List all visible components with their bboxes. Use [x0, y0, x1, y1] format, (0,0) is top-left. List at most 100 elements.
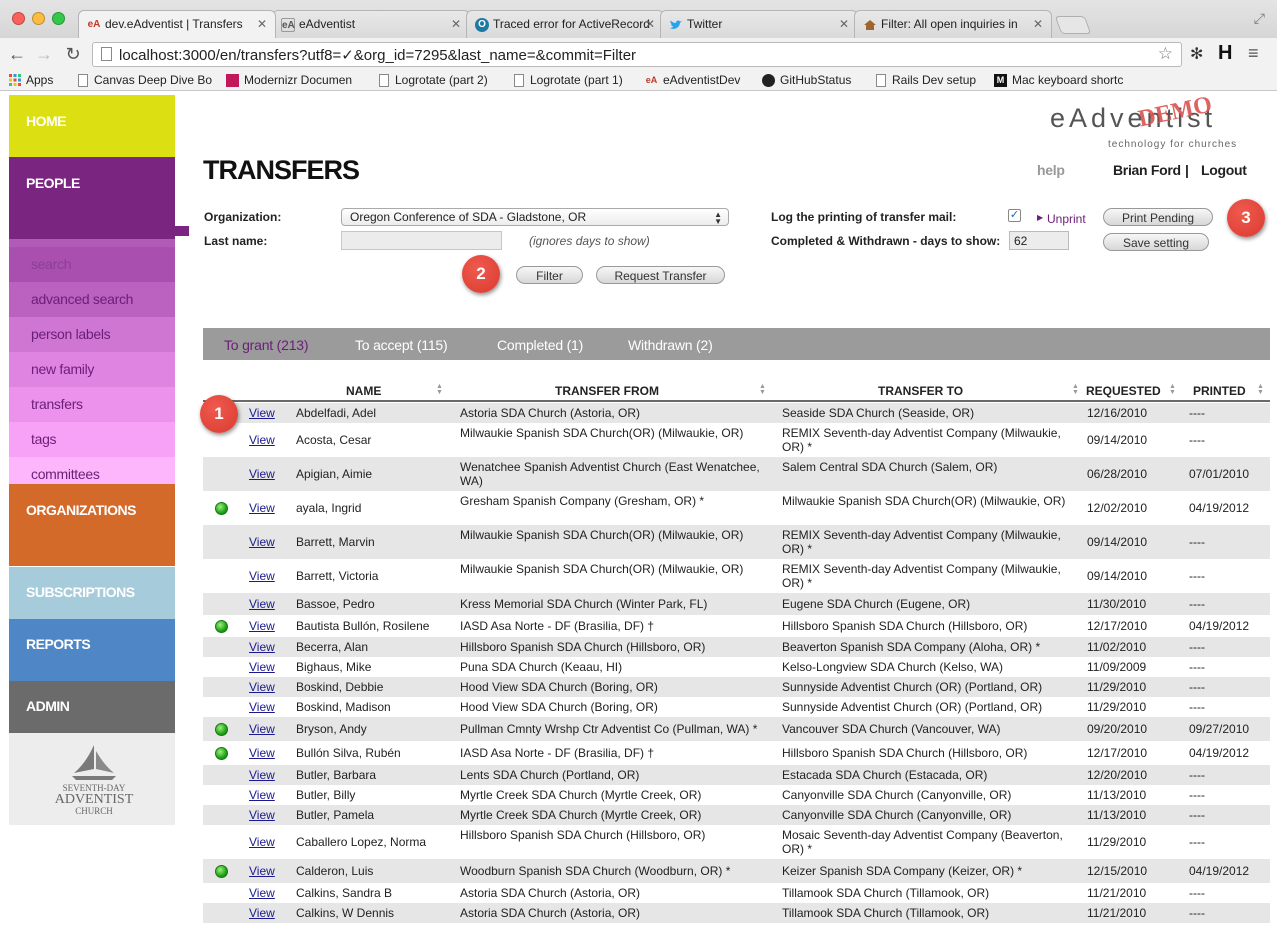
tab-close-icon[interactable]: ✕ — [257, 17, 267, 31]
new-tab-button[interactable] — [1054, 16, 1092, 34]
nav-sub-person-labels[interactable]: person labels — [9, 317, 175, 352]
view-link[interactable]: View — [249, 660, 275, 674]
browser-tab-filter[interactable]: Filter: All open inquiries in ✕ — [854, 10, 1052, 38]
nav-sub-tags[interactable]: tags — [9, 422, 175, 457]
header-transfer-from[interactable]: TRANSFER FROM — [555, 384, 659, 398]
nav-sub-search[interactable]: search — [9, 247, 175, 282]
back-arrow-icon[interactable]: ← — [6, 43, 28, 65]
nav-sub-transfers[interactable]: transfers — [9, 387, 175, 422]
log-printing-checkbox[interactable]: ✓ — [1008, 209, 1021, 222]
header-printed[interactable]: PRINTED — [1193, 384, 1246, 398]
bookmark-apps[interactable]: Apps — [8, 73, 53, 87]
nav-label: ORGANIZATIONS — [26, 502, 136, 518]
view-link[interactable]: View — [249, 808, 275, 822]
browser-tab-transfers[interactable]: eA dev.eAdventist | Transfers ✕ — [78, 10, 276, 38]
header-name[interactable]: NAME — [346, 384, 381, 398]
view-link[interactable]: View — [249, 597, 275, 611]
bookmark-logrotate-1[interactable]: Logrotate (part 1) — [512, 73, 623, 87]
browser-tab-twitter[interactable]: Twitter ✕ — [660, 10, 858, 38]
view-link[interactable]: View — [249, 906, 275, 920]
view-link[interactable]: View — [249, 700, 275, 714]
nav-sub-advanced-search[interactable]: advanced search — [9, 282, 175, 317]
hamburger-menu-icon[interactable]: ≡ — [1248, 43, 1259, 64]
tab-close-icon[interactable]: ✕ — [451, 17, 461, 31]
sort-arrows-icon[interactable]: ▲ ▼ — [1169, 383, 1176, 396]
view-link[interactable]: View — [249, 535, 275, 549]
print-pending-button[interactable]: Print Pending — [1103, 208, 1213, 226]
bookmark-eadventistdev[interactable]: eA eAdventistDev — [645, 73, 741, 87]
cell-transfer-from: Kress Memorial SDA Church (Winter Park, … — [460, 597, 708, 611]
save-setting-button[interactable]: Save setting — [1103, 233, 1209, 251]
view-link[interactable]: View — [249, 640, 275, 654]
nav-admin[interactable]: ADMIN — [9, 681, 175, 733]
nav-people[interactable]: PEOPLE — [9, 157, 175, 239]
user-name-link[interactable]: Brian Ford — [1113, 162, 1181, 178]
nav-subscriptions[interactable]: SUBSCRIPTIONS — [9, 567, 175, 619]
browser-tab-traced-error[interactable]: O Traced error for ActiveRecord ✕ — [466, 10, 664, 38]
forward-arrow-icon[interactable]: → — [33, 43, 55, 65]
bookmark-modernizr[interactable]: Modernizr Documen — [226, 73, 352, 87]
page-icon — [78, 74, 88, 87]
table-header: NAME ▲ ▼ TRANSFER FROM ▲ ▼ TRANSFER TO ▲ ▼ … — [203, 382, 1270, 402]
cell-printed: ---- — [1189, 660, 1205, 674]
last-name-input[interactable] — [341, 231, 502, 250]
fullscreen-icon[interactable]: ⤢ — [1254, 10, 1265, 27]
tab-close-icon[interactable]: ✕ — [839, 17, 849, 31]
view-link[interactable]: View — [249, 746, 275, 760]
nav-sub-new-family[interactable]: new family — [9, 352, 175, 387]
filter-button[interactable]: Filter — [516, 266, 583, 284]
view-link[interactable]: View — [249, 680, 275, 694]
table-row: View Butler, Billy Myrtle Creek SDA Church… — [203, 785, 1270, 805]
bookmark-logrotate-2[interactable]: Logrotate (part 2) — [377, 73, 488, 87]
days-to-show-input[interactable]: 62 — [1009, 231, 1069, 250]
bookmark-star-icon[interactable]: ☆ — [1158, 44, 1173, 64]
h-extension-icon[interactable]: H — [1218, 42, 1232, 65]
logout-link[interactable]: Logout — [1201, 162, 1247, 178]
view-link[interactable]: View — [249, 886, 275, 900]
view-link[interactable]: View — [249, 467, 275, 481]
sort-arrows-icon[interactable]: ▲ ▼ — [436, 383, 443, 396]
tab-close-icon[interactable]: ✕ — [645, 17, 655, 31]
tab-to-accept[interactable]: To accept (115) — [355, 337, 448, 353]
bookmark-canvas[interactable]: Canvas Deep Dive Bo — [76, 73, 212, 87]
view-link[interactable]: View — [249, 768, 275, 782]
organization-select[interactable]: Oregon Conference of SDA - Gladstone, OR… — [341, 208, 729, 226]
window-close-button[interactable] — [12, 12, 25, 25]
bookmark-githubstatus[interactable]: GitHubStatus — [762, 73, 851, 87]
view-link[interactable]: View — [249, 433, 275, 447]
help-link[interactable]: help — [1037, 162, 1065, 178]
nav-organizations[interactable]: ORGANIZATIONS — [9, 484, 175, 566]
nav-home[interactable]: HOME — [9, 95, 175, 157]
view-link[interactable]: View — [249, 788, 275, 802]
view-link[interactable]: View — [249, 619, 275, 633]
reload-icon[interactable]: ↻ — [62, 43, 84, 65]
cell-transfer-to: Mosaic Seventh-day Adventist Company (Be… — [782, 828, 1063, 856]
nav-reports[interactable]: REPORTS — [9, 619, 175, 681]
view-link[interactable]: View — [249, 864, 275, 878]
sort-arrows-icon[interactable]: ▲ ▼ — [1072, 383, 1079, 396]
browser-tab-eadventist[interactable]: eA eAdventist ✕ — [272, 10, 470, 38]
header-requested[interactable]: REQUESTED — [1086, 384, 1161, 398]
bookmark-mac-keyboard[interactable]: M Mac keyboard shortc — [994, 73, 1123, 87]
window-maximize-button[interactable] — [52, 12, 65, 25]
sort-arrows-icon[interactable]: ▲ ▼ — [759, 383, 766, 396]
view-link[interactable]: View — [249, 406, 275, 420]
bookmark-rails-dev[interactable]: Rails Dev setup — [874, 73, 976, 87]
sort-arrows-icon[interactable]: ▲ ▼ — [1257, 383, 1264, 396]
tab-completed[interactable]: Completed (1) — [497, 337, 583, 353]
view-link[interactable]: View — [249, 722, 275, 736]
cell-requested: 09/20/2010 — [1087, 722, 1148, 736]
table-row: View Boskind, Madison Hood View SDA Church… — [203, 697, 1270, 717]
view-link[interactable]: View — [249, 569, 275, 583]
window-minimize-button[interactable] — [32, 12, 45, 25]
tab-close-icon[interactable]: ✕ — [1033, 17, 1043, 31]
view-link[interactable]: View — [249, 501, 275, 515]
unprint-link[interactable]: Unprint — [1047, 212, 1086, 226]
view-link[interactable]: View — [249, 835, 275, 849]
request-transfer-button[interactable]: Request Transfer — [596, 266, 725, 284]
tab-withdrawn[interactable]: Withdrawn (2) — [628, 337, 713, 353]
bug-extension-icon[interactable]: ✻ — [1190, 44, 1203, 64]
address-bar[interactable]: localhost:3000/en/transfers?utf8=✓&org_i… — [92, 42, 1182, 67]
header-transfer-to[interactable]: TRANSFER TO — [878, 384, 963, 398]
tab-to-grant[interactable]: To grant (213) — [224, 337, 309, 353]
